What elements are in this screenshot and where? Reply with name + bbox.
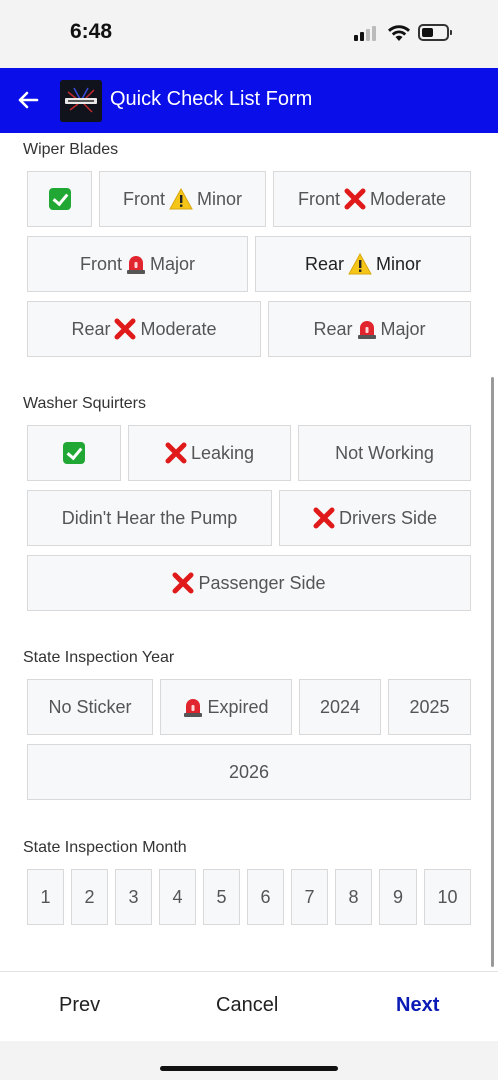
cross-mark-icon: [114, 318, 136, 340]
washer-leaking-option[interactable]: Leaking: [128, 425, 291, 481]
wiper-front-minor-option[interactable]: Front Minor: [99, 171, 266, 227]
wiper-front-moderate-option[interactable]: Front Moderate: [273, 171, 471, 227]
cross-mark-icon: [165, 442, 187, 464]
year-no-sticker-option[interactable]: No Sticker: [27, 679, 153, 735]
battery-icon: [418, 24, 452, 41]
month-4-option[interactable]: 4: [159, 869, 196, 925]
app-logo: [60, 80, 102, 122]
wifi-icon: [388, 25, 410, 41]
app-bar: Quick Check List Form: [0, 68, 498, 133]
form-content[interactable]: Wiper Blades Front Minor Front Moderate …: [0, 133, 498, 971]
year-2025-option[interactable]: 2025: [388, 679, 471, 735]
status-time: 6:48: [70, 20, 113, 43]
home-indicator-area: [0, 1041, 498, 1080]
year-2026-option[interactable]: 2026: [27, 744, 471, 800]
washer-passenger-side-option[interactable]: Passenger Side: [27, 555, 471, 611]
cross-mark-icon: [344, 188, 366, 210]
siren-icon: [127, 256, 145, 274]
month-10-option[interactable]: 10: [424, 869, 471, 925]
year-expired-option[interactable]: Expired: [160, 679, 292, 735]
cancel-button[interactable]: Cancel: [216, 994, 278, 1017]
status-bar: 6:48: [0, 0, 498, 68]
washer-not-working-option[interactable]: Not Working: [298, 425, 471, 481]
wiper-front-major-option[interactable]: Front Major: [27, 236, 248, 292]
next-button[interactable]: Next: [396, 994, 439, 1017]
month-2-option[interactable]: 2: [71, 869, 108, 925]
month-5-option[interactable]: 5: [203, 869, 240, 925]
home-indicator[interactable]: [160, 1066, 338, 1071]
washer-didnt-hear-pump-option[interactable]: Didin't Hear the Pump: [27, 490, 272, 546]
wiper-rear-major-option[interactable]: Rear Major: [268, 301, 471, 357]
scrollbar[interactable]: [491, 377, 494, 967]
siren-icon: [357, 321, 376, 339]
cellular-signal-icon: [354, 25, 380, 41]
state-inspection-month-label: State Inspection Month: [23, 839, 187, 856]
check-mark-icon: [48, 188, 71, 210]
footer-nav: Prev Cancel Next: [0, 971, 498, 1041]
washer-drivers-side-option[interactable]: Drivers Side: [279, 490, 471, 546]
month-3-option[interactable]: 3: [115, 869, 152, 925]
wiper-rear-moderate-option[interactable]: Rear Moderate: [27, 301, 261, 357]
wiper-blades-label: Wiper Blades: [23, 141, 119, 158]
siren-icon: [184, 699, 203, 717]
year-2024-option[interactable]: 2024: [299, 679, 381, 735]
month-6-option[interactable]: 6: [247, 869, 284, 925]
month-7-option[interactable]: 7: [291, 869, 328, 925]
cross-mark-icon: [172, 572, 194, 594]
wiper-rear-minor-option[interactable]: Rear Minor: [255, 236, 471, 292]
state-inspection-year-label: State Inspection Year: [23, 649, 175, 666]
page-title: Quick Check List Form: [110, 88, 313, 110]
washer-squirters-label: Washer Squirters: [23, 395, 146, 412]
prev-button[interactable]: Prev: [59, 994, 100, 1017]
warning-icon: [169, 188, 193, 210]
check-mark-icon: [63, 442, 85, 464]
month-1-option[interactable]: 1: [27, 869, 64, 925]
wiper-ok-option[interactable]: [27, 171, 92, 227]
month-8-option[interactable]: 8: [335, 869, 372, 925]
month-9-option[interactable]: 9: [379, 869, 417, 925]
back-arrow-icon[interactable]: [16, 88, 40, 112]
warning-icon: [348, 253, 372, 275]
cross-mark-icon: [313, 507, 335, 529]
washer-ok-option[interactable]: [27, 425, 121, 481]
